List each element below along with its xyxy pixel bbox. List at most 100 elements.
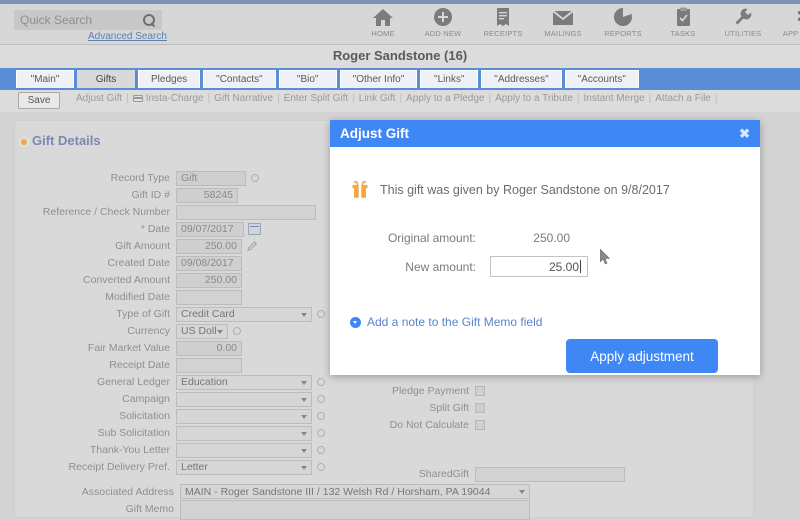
text-field-value: 0.00 (216, 342, 237, 354)
lookup-circle-icon[interactable] (317, 412, 325, 420)
select-field[interactable] (176, 425, 312, 441)
tab-accounts[interactable]: "Accounts" (564, 70, 639, 88)
link-enter-split-gift[interactable]: Enter Split Gift (280, 93, 352, 104)
field-control: 0.00 (176, 340, 242, 356)
calendar-icon[interactable] (248, 223, 261, 235)
chevron-down-icon (301, 397, 307, 402)
dialog-header: Adjust Gift ✖ (330, 120, 760, 147)
field-row: Modified Date (0, 289, 242, 305)
page-title: Roger Sandstone (16) (332, 48, 468, 63)
link-gift-narrative[interactable]: Gift Narrative (210, 93, 277, 104)
flag-row: Split Gift (370, 400, 485, 416)
gift-message: This gift was given by Roger Sandstone o… (380, 183, 670, 197)
close-icon[interactable]: ✖ (739, 127, 750, 140)
new-amount-input[interactable]: 25.00 (490, 256, 588, 277)
toolbar-item-tasks[interactable]: TASKS (660, 6, 706, 38)
text-field[interactable]: 09/07/2017 (176, 221, 244, 237)
lookup-circle-icon[interactable] (317, 310, 325, 318)
lookup-circle-icon[interactable] (233, 327, 241, 335)
add-note-link[interactable]: Add a note to the Gift Memo field (350, 315, 542, 329)
collapse-toggle-icon[interactable] (19, 137, 29, 147)
toolbar-item-mailings[interactable]: MAILINGS (540, 6, 586, 38)
select-field[interactable]: Credit Card (176, 306, 312, 322)
toolbar-label-home: HOME (371, 29, 395, 38)
search-icon[interactable] (143, 13, 156, 27)
toolbar-label-add-new: ADD NEW (424, 29, 462, 38)
field-label: Campaign (122, 393, 170, 405)
field-control: 250.00 (176, 272, 242, 288)
text-field[interactable] (176, 357, 242, 373)
lookup-circle-icon[interactable] (317, 446, 325, 454)
field-control: 58245 (176, 187, 238, 203)
text-field[interactable] (176, 289, 242, 305)
field-row: * Date 09/07/2017 (0, 221, 261, 237)
tab-pledges[interactable]: Pledges (138, 70, 201, 88)
associated-address-select[interactable]: MAIN - Roger Sandstone III / 132 Welsh R… (180, 484, 530, 499)
toolbar-item-home[interactable]: HOME (360, 6, 406, 38)
original-amount-row: Original amount: 250.00 (350, 231, 586, 245)
new-amount-row: New amount: 25.00 (350, 256, 588, 277)
link-link-gift[interactable]: Link Gift (355, 93, 400, 104)
link-instant-merge[interactable]: Instant Merge (580, 93, 649, 104)
text-field[interactable]: 250.00 (176, 238, 242, 254)
text-field[interactable]: 0.00 (176, 340, 242, 356)
select-field[interactable]: US Doll (176, 323, 228, 339)
select-field[interactable]: Letter (176, 459, 312, 475)
select-field[interactable] (176, 442, 312, 458)
link-insta-charge[interactable]: Insta-Charge (129, 93, 208, 104)
text-field-value: 58245 (203, 189, 233, 201)
main-toolbar: HOME ADD NEW RECEIPTS MAILINGS REPORTS T… (360, 6, 800, 38)
tab-bio[interactable]: "Bio" (278, 70, 337, 88)
text-field[interactable]: 58245 (176, 187, 238, 203)
gift-memo-textarea[interactable] (180, 500, 530, 520)
flag-label: SharedGift (418, 468, 469, 480)
tab-other-info[interactable]: "Other Info" (339, 70, 418, 88)
text-field[interactable] (475, 466, 625, 482)
field-control: Education (176, 374, 325, 390)
tab-main[interactable]: "Main" (16, 70, 74, 88)
tab-links[interactable]: "Links" (420, 70, 479, 88)
edit-pencil-icon[interactable] (247, 240, 258, 252)
toolbar-item-add-new[interactable]: ADD NEW (420, 6, 466, 38)
toolbar-item-app-links[interactable]: APP LINKS (780, 6, 800, 38)
lookup-circle-icon[interactable] (317, 395, 325, 403)
original-amount-label: Original amount: (387, 231, 476, 245)
text-field[interactable] (176, 204, 316, 220)
lookup-circle-icon[interactable] (317, 378, 325, 386)
toolbar-label-reports: REPORTS (604, 29, 642, 38)
save-button[interactable]: Save (18, 92, 60, 109)
toolbar-item-receipts[interactable]: RECEIPTS (480, 6, 526, 38)
select-field[interactable] (176, 408, 312, 424)
field-row: Sub Solicitation (0, 425, 325, 441)
toolbar-item-reports[interactable]: REPORTS (600, 6, 646, 38)
link-attach-a-file[interactable]: Attach a File (651, 93, 715, 104)
text-field[interactable]: 250.00 (176, 272, 242, 288)
tab-contacts[interactable]: "Contacts" (203, 70, 276, 88)
checkbox[interactable] (475, 403, 485, 413)
chevron-down-icon (301, 431, 307, 436)
lookup-circle-icon[interactable] (251, 174, 259, 182)
lookup-circle-icon[interactable] (317, 429, 325, 437)
flag-label: Pledge Payment (391, 385, 469, 397)
select-value: Letter (181, 461, 208, 473)
lookup-circle-icon[interactable] (317, 463, 325, 471)
text-field[interactable]: 09/08/2017 (176, 255, 242, 271)
flag-row: SharedGift (370, 466, 625, 482)
link-adjust-gift[interactable]: Adjust Gift (72, 93, 126, 104)
toolbar-label-utilities: UTILITIES (724, 29, 762, 38)
checkbox[interactable] (475, 420, 485, 430)
tab-addresses[interactable]: "Addresses" (481, 70, 562, 88)
tab-gifts[interactable]: Gifts (77, 70, 135, 88)
select-field[interactable]: Education (176, 374, 312, 390)
link-apply-to-a-pledge[interactable]: Apply to a Pledge (402, 93, 488, 104)
text-field[interactable]: Gift (176, 170, 246, 186)
field-row: Receipt Date (0, 357, 242, 373)
link-apply-to-a-tribute[interactable]: Apply to a Tribute (491, 93, 577, 104)
search-input[interactable]: Quick Search (14, 10, 162, 30)
toolbar-item-utilities[interactable]: UTILITIES (720, 6, 766, 38)
chevron-down-icon (301, 465, 307, 470)
checkbox[interactable] (475, 386, 485, 396)
advanced-search-link[interactable]: Advanced Search (88, 31, 167, 42)
select-field[interactable] (176, 391, 312, 407)
apply-adjustment-button[interactable]: Apply adjustment (566, 339, 718, 373)
